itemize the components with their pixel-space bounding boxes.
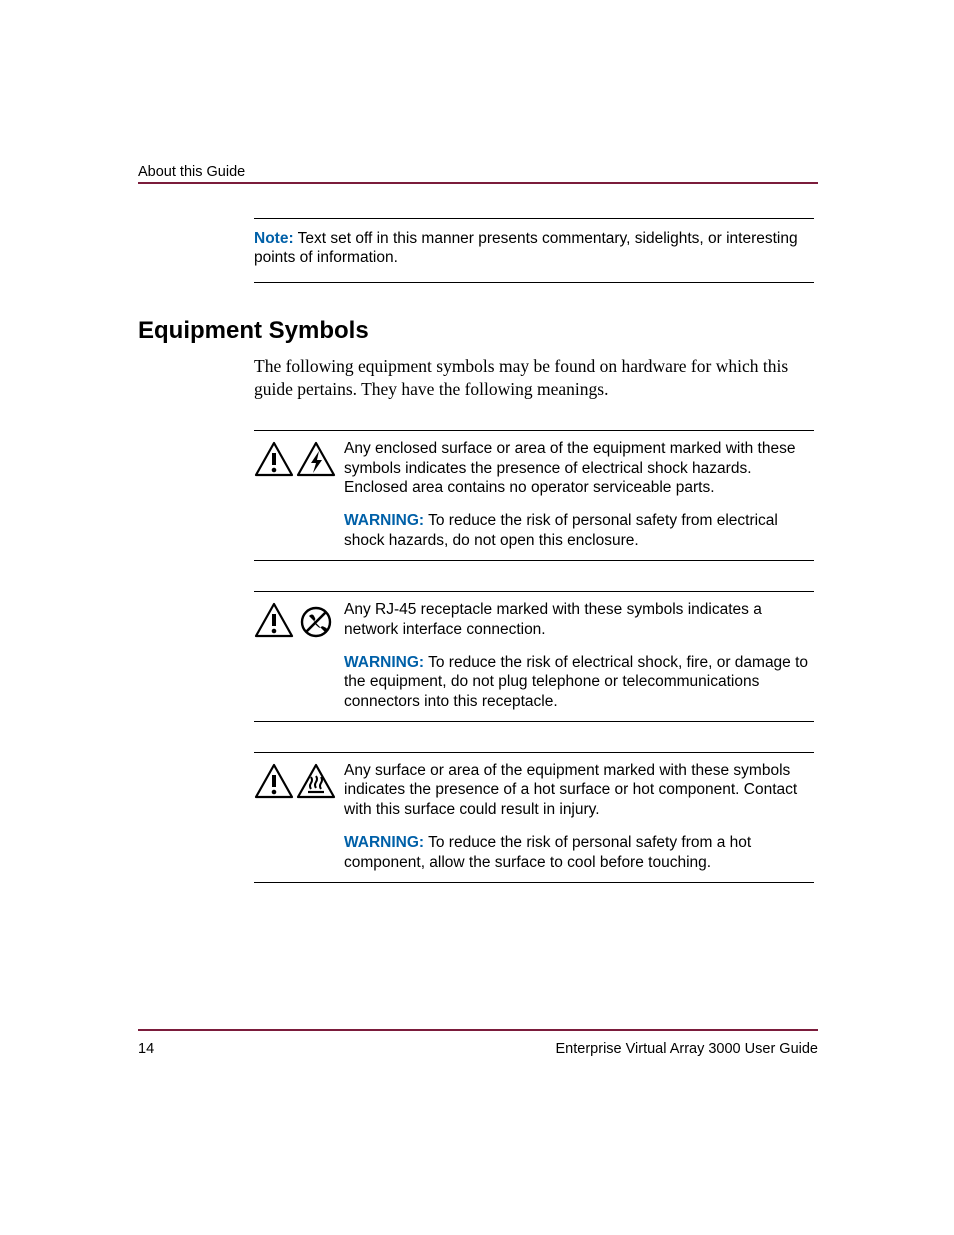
symbol-desc: Any RJ-45 receptacle marked with these s… xyxy=(344,600,814,639)
warning-label: WARNING: xyxy=(344,834,424,851)
footer-doc-title: Enterprise Virtual Array 3000 User Guide xyxy=(556,1041,818,1057)
symbol-icons xyxy=(254,439,344,477)
symbol-icons xyxy=(254,600,344,638)
symbol-block-rj45: Any RJ-45 receptacle marked with these s… xyxy=(254,591,814,722)
lightning-triangle-icon xyxy=(296,441,336,477)
content-area: Note: Text set off in this manner presen… xyxy=(138,218,818,883)
note-label: Note: xyxy=(254,230,294,247)
section-heading: Equipment Symbols xyxy=(138,317,818,345)
section-intro: The following equipment symbols may be f… xyxy=(254,355,814,401)
warning-label: WARNING: xyxy=(344,654,424,671)
page: About this Guide Note: Text set off in t… xyxy=(0,0,954,1235)
exclamation-triangle-icon xyxy=(254,763,294,799)
exclamation-triangle-icon xyxy=(254,602,294,638)
page-number: 14 xyxy=(138,1041,154,1057)
exclamation-triangle-icon xyxy=(254,441,294,477)
running-header: About this Guide xyxy=(138,164,245,180)
symbol-desc: Any enclosed surface or area of the equi… xyxy=(344,439,814,497)
note-text: Text set off in this manner presents com… xyxy=(254,230,798,266)
symbol-desc: Any surface or area of the equipment mar… xyxy=(344,761,814,819)
symbol-text: Any RJ-45 receptacle marked with these s… xyxy=(344,600,814,711)
header-rule xyxy=(138,182,818,184)
symbol-text: Any surface or area of the equipment mar… xyxy=(344,761,814,872)
no-phone-icon xyxy=(296,602,336,638)
hot-surface-triangle-icon xyxy=(296,763,336,799)
warning-label: WARNING: xyxy=(344,512,424,529)
symbol-block-hot: Any surface or area of the equipment mar… xyxy=(254,752,814,883)
note-block: Note: Text set off in this manner presen… xyxy=(254,218,814,283)
symbol-block-shock: Any enclosed surface or area of the equi… xyxy=(254,430,814,561)
symbol-icons xyxy=(254,761,344,799)
footer-rule xyxy=(138,1029,818,1031)
symbol-text: Any enclosed surface or area of the equi… xyxy=(344,439,814,550)
